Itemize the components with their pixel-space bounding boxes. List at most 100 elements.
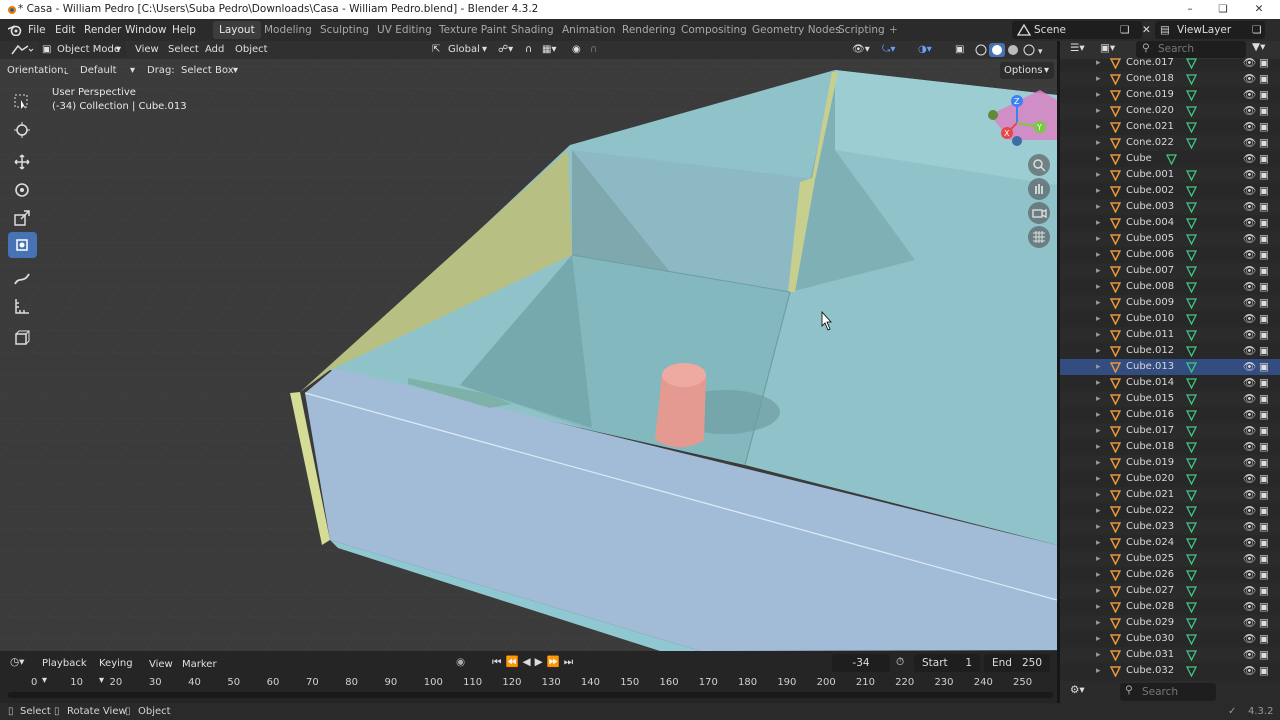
camera-render-icon[interactable]: ▣ [1259, 71, 1269, 87]
expand-arrow-icon[interactable]: ▸ [1096, 263, 1101, 279]
move-tool[interactable] [8, 149, 37, 175]
properties-search-input[interactable]: Search [1120, 683, 1216, 701]
expand-arrow-icon[interactable]: ▸ [1096, 295, 1101, 311]
mesh-data-icon[interactable] [1166, 154, 1177, 165]
mesh-data-icon[interactable] [1186, 474, 1197, 485]
eye-icon[interactable]: 👁 [1243, 407, 1256, 423]
camera-render-icon[interactable]: ▣ [1259, 631, 1269, 647]
annotate-tool[interactable] [8, 265, 37, 291]
outliner-item[interactable]: ▸ Cone.021 👁 ▣ [1060, 119, 1280, 135]
properties-editor-icon[interactable]: ⚙▾ [1070, 684, 1085, 696]
mesh-data-icon[interactable] [1186, 378, 1197, 389]
expand-arrow-icon[interactable]: ▸ [1096, 487, 1101, 503]
expand-arrow-icon[interactable]: ▸ [1096, 151, 1101, 167]
expand-arrow-icon[interactable]: ▸ [1096, 343, 1101, 359]
menu-select[interactable]: Select [168, 42, 199, 58]
new-view-layer-icon[interactable]: ❏ [1252, 19, 1261, 41]
eye-icon[interactable]: 👁 [1243, 295, 1256, 311]
mesh-data-icon[interactable] [1186, 506, 1197, 517]
expand-arrow-icon[interactable]: ▸ [1096, 87, 1101, 103]
outliner-item[interactable]: ▸ Cube.019 👁 ▣ [1060, 455, 1280, 471]
camera-render-icon[interactable]: ▣ [1259, 87, 1269, 103]
mesh-data-icon[interactable] [1186, 538, 1197, 549]
add-workspace-button[interactable]: + [883, 21, 904, 39]
outliner-item[interactable]: ▸ Cube.032 👁 ▣ [1060, 663, 1280, 679]
expand-arrow-icon[interactable]: ▸ [1096, 535, 1101, 551]
mesh-data-icon[interactable] [1186, 554, 1197, 565]
eye-icon[interactable]: 👁 [1243, 599, 1256, 615]
eye-icon[interactable]: 👁 [1243, 183, 1256, 199]
mesh-data-icon[interactable] [1186, 186, 1197, 197]
mesh-data-icon[interactable] [1186, 74, 1197, 85]
camera-render-icon[interactable]: ▣ [1259, 295, 1269, 311]
mesh-data-icon[interactable] [1186, 634, 1197, 645]
eye-icon[interactable]: 👁 [1243, 471, 1256, 487]
outliner-item[interactable]: ▸ Cube.008 👁 ▣ [1060, 279, 1280, 295]
outliner-editor-icon[interactable]: ☰▾ [1070, 42, 1085, 54]
mesh-data-icon[interactable] [1186, 410, 1197, 421]
outliner-item[interactable]: ▸ Cube.003 👁 ▣ [1060, 199, 1280, 215]
camera-render-icon[interactable]: ▣ [1259, 151, 1269, 167]
camera-render-icon[interactable]: ▣ [1259, 199, 1269, 215]
camera-render-icon[interactable]: ▣ [1259, 567, 1269, 583]
shading-modes[interactable]: ▾ [975, 43, 1047, 57]
tab-scripting[interactable]: Scripting [832, 21, 891, 39]
transform-orientation-dropdown[interactable]: ⇱ Global ▾ [430, 41, 492, 58]
expand-arrow-icon[interactable]: ▸ [1096, 663, 1101, 679]
camera-render-icon[interactable]: ▣ [1259, 615, 1269, 631]
end-frame-field[interactable]: End 250 [984, 654, 1050, 672]
gizmo-icon[interactable]: ⤿▾ [882, 42, 895, 58]
zoom-icon[interactable] [1028, 154, 1050, 176]
tab-modeling[interactable]: Modeling [258, 21, 318, 39]
expand-arrow-icon[interactable]: ▸ [1096, 631, 1101, 647]
camera-render-icon[interactable]: ▣ [1259, 215, 1269, 231]
mesh-data-icon[interactable] [1186, 234, 1197, 245]
close-window-button[interactable]: ✕ [1244, 0, 1274, 19]
current-frame-field[interactable]: -34 [832, 654, 890, 672]
expand-arrow-icon[interactable]: ▸ [1096, 439, 1101, 455]
mesh-data-icon[interactable] [1186, 570, 1197, 581]
proportional-edit-icon[interactable]: ◉ [572, 42, 581, 58]
outliner-item[interactable]: ▸ Cube.001 👁 ▣ [1060, 167, 1280, 183]
mesh-data-icon[interactable] [1186, 522, 1197, 533]
expand-arrow-icon[interactable]: ▸ [1096, 119, 1101, 135]
keying-menu[interactable]: Keying ▾ [93, 655, 145, 686]
camera-render-icon[interactable]: ▣ [1259, 119, 1269, 135]
camera-render-icon[interactable]: ▣ [1259, 647, 1269, 663]
expand-arrow-icon[interactable]: ▸ [1096, 583, 1101, 599]
eye-icon[interactable]: 👁 [1243, 151, 1256, 167]
options-dropdown[interactable]: Options ▾ [1000, 62, 1054, 79]
mesh-data-icon[interactable] [1186, 458, 1197, 469]
camera-render-icon[interactable]: ▣ [1259, 503, 1269, 519]
expand-arrow-icon[interactable]: ▸ [1096, 231, 1101, 247]
outliner-item[interactable]: ▸ Cube.016 👁 ▣ [1060, 407, 1280, 423]
expand-arrow-icon[interactable]: ▸ [1096, 375, 1101, 391]
eye-icon[interactable]: 👁 [1243, 231, 1256, 247]
mesh-data-icon[interactable] [1186, 298, 1197, 309]
outliner-item[interactable]: ▸ Cube.014 👁 ▣ [1060, 375, 1280, 391]
camera-render-icon[interactable]: ▣ [1259, 135, 1269, 151]
outliner-item[interactable]: ▸ Cube.021 👁 ▣ [1060, 487, 1280, 503]
camera-render-icon[interactable]: ▣ [1259, 455, 1269, 471]
camera-render-icon[interactable]: ▣ [1259, 279, 1269, 295]
expand-arrow-icon[interactable]: ▸ [1096, 503, 1101, 519]
camera-render-icon[interactable]: ▣ [1259, 343, 1269, 359]
falloff-icon[interactable]: ∩ [590, 42, 597, 58]
axis-gizmo[interactable]: Z X Y [985, 91, 1057, 151]
camera-render-icon[interactable]: ▣ [1259, 103, 1269, 119]
filter-icon[interactable]: ▼▾ [1252, 41, 1265, 53]
pivot-icon[interactable]: ☍▾ [498, 42, 513, 58]
menu-view[interactable]: View [135, 42, 159, 58]
eye-icon[interactable]: 👁 [1243, 439, 1256, 455]
mesh-data-icon[interactable] [1186, 346, 1197, 357]
playback-controls[interactable]: ⏮⏪◀▶⏩⏭ [492, 655, 577, 669]
maximize-button[interactable]: ❏ [1208, 0, 1238, 19]
expand-arrow-icon[interactable]: ▸ [1096, 407, 1101, 423]
mesh-data-icon[interactable] [1186, 362, 1197, 373]
mesh-data-icon[interactable] [1186, 90, 1197, 101]
menu-file[interactable]: File [28, 19, 46, 41]
menu-help[interactable]: Help [172, 19, 196, 41]
camera-render-icon[interactable]: ▣ [1259, 311, 1269, 327]
expand-arrow-icon[interactable]: ▸ [1096, 391, 1101, 407]
outliner-item[interactable]: ▸ Cone.019 👁 ▣ [1060, 87, 1280, 103]
